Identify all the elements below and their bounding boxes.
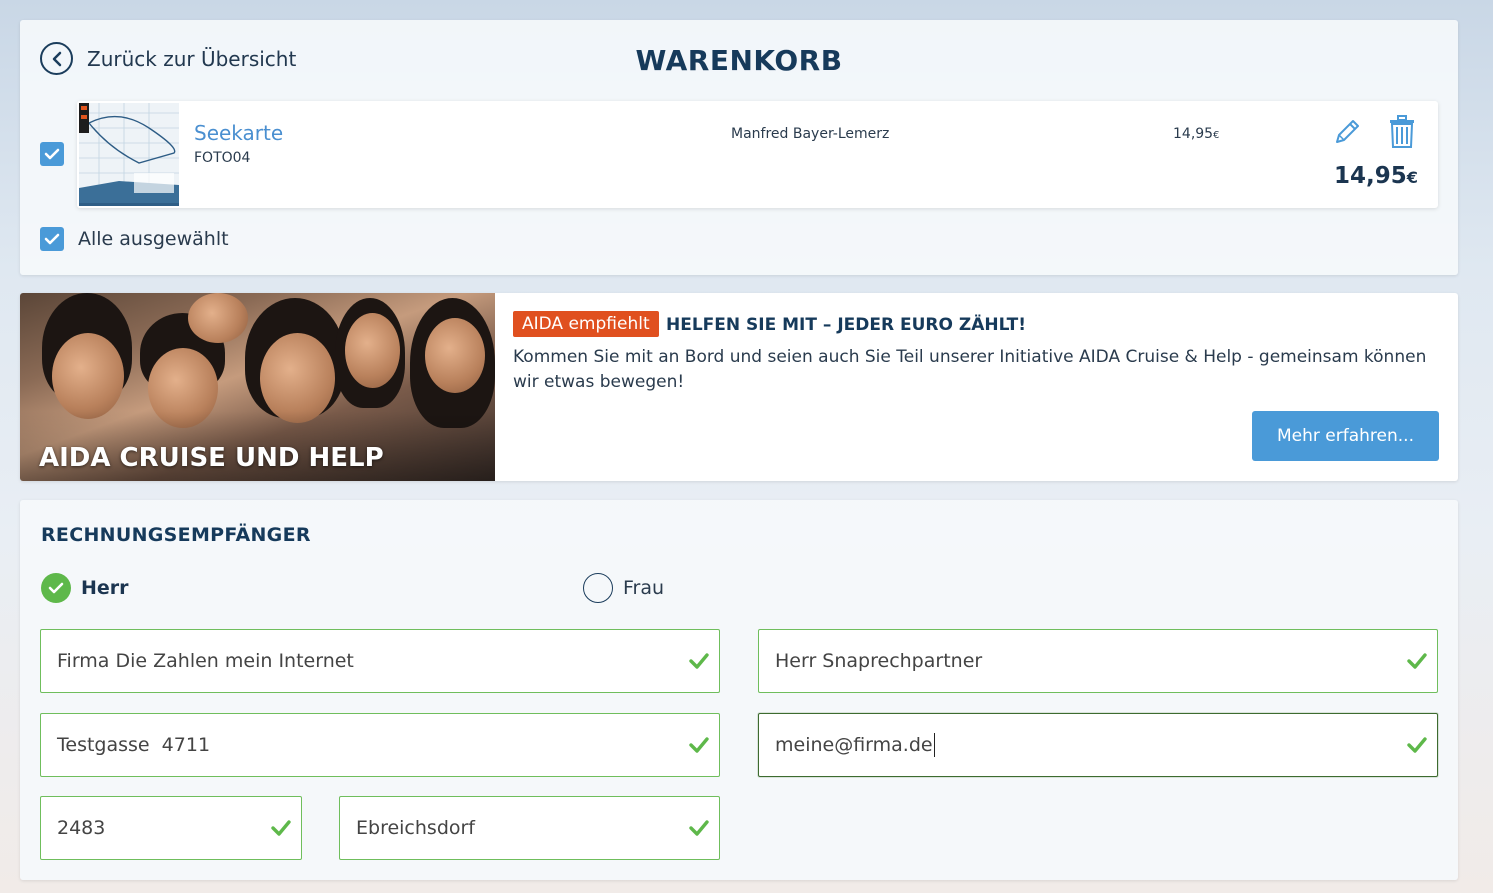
company-value: Firma Die Zahlen mein Internet <box>57 650 354 672</box>
product-thumbnail[interactable] <box>79 103 179 206</box>
promo-heading: HELFEN SIE MIT – JEDER EURO ZÄHLT! <box>666 315 1026 335</box>
checkmark-icon <box>689 653 709 669</box>
total-value: 14,95 <box>1334 163 1407 189</box>
promo-card: AIDA CRUISE UND HELP AIDA empfiehlt HELF… <box>20 293 1458 481</box>
unit-price-currency: € <box>1213 130 1220 141</box>
page-title: WARENKORB <box>635 44 843 77</box>
zip-field[interactable]: 2483 <box>40 796 302 860</box>
checkmark-icon <box>271 820 291 836</box>
select-all-label: Alle ausgewählt <box>78 228 229 250</box>
street-field[interactable]: Testgasse 4711 <box>40 713 720 777</box>
item-author: Manfred Bayer-Lemerz <box>731 126 890 142</box>
select-all-row: Alle ausgewählt <box>40 227 229 251</box>
checkmark-icon <box>1407 737 1427 753</box>
edit-item-button[interactable] <box>1332 117 1362 151</box>
city-value: Ebreichsdorf <box>356 817 476 839</box>
radio-unchecked-icon <box>583 573 613 603</box>
item-unit-price: 14,95€ <box>1173 126 1219 142</box>
checkmark-icon <box>1407 653 1427 669</box>
item-code: FOTO04 <box>194 150 251 166</box>
unit-price-value: 14,95 <box>1173 126 1214 142</box>
text-caret <box>933 733 935 757</box>
pencil-icon <box>1336 120 1359 143</box>
learn-more-button[interactable]: Mehr erfahren... <box>1252 411 1439 461</box>
radio-checked-icon <box>41 573 71 603</box>
select-all-checkbox[interactable] <box>40 227 64 251</box>
salutation-herr-radio[interactable]: Herr <box>41 573 129 603</box>
promo-text: Kommen Sie mit an Bord und seien auch Si… <box>513 347 1427 392</box>
cart-item: Seekarte FOTO04 Manfred Bayer-Lemerz 14,… <box>77 101 1438 208</box>
email-value: meine@firma.de <box>775 734 933 756</box>
billing-card: RECHNUNGSEMPFÄNGER Herr Frau Firma Die Z… <box>20 500 1458 880</box>
checkmark-icon <box>44 233 60 245</box>
promo-badge: AIDA empfiehlt <box>513 311 659 337</box>
salutation-frau-label: Frau <box>623 577 665 599</box>
city-field[interactable]: Ebreichsdorf <box>339 796 720 860</box>
checkmark-icon <box>689 737 709 753</box>
cart-card: Zurück zur Übersicht WARENKORB Seekarte … <box>20 20 1458 275</box>
trash-icon <box>1390 115 1414 148</box>
street-value: Testgasse 4711 <box>57 734 211 756</box>
item-total-price: 14,95€ <box>1334 163 1418 189</box>
zip-value: 2483 <box>57 817 106 839</box>
contact-value: Herr Snaprechpartner <box>775 650 983 672</box>
total-currency: € <box>1406 168 1418 187</box>
checkmark-icon <box>44 148 60 160</box>
delete-item-button[interactable] <box>1389 115 1415 153</box>
contact-person-field[interactable]: Herr Snaprechpartner <box>758 629 1438 693</box>
company-field[interactable]: Firma Die Zahlen mein Internet <box>40 629 720 693</box>
promo-image-caption: AIDA CRUISE UND HELP <box>39 443 384 473</box>
checkmark-icon <box>689 820 709 836</box>
salutation-frau-radio[interactable]: Frau <box>583 573 664 603</box>
billing-section-title: RECHNUNGSEMPFÄNGER <box>41 524 311 546</box>
email-field[interactable]: meine@firma.de <box>758 713 1438 777</box>
item-name-link[interactable]: Seekarte <box>194 121 283 145</box>
item-checkbox[interactable] <box>40 142 64 166</box>
promo-image: AIDA CRUISE UND HELP <box>20 293 495 481</box>
salutation-herr-label: Herr <box>81 577 129 599</box>
